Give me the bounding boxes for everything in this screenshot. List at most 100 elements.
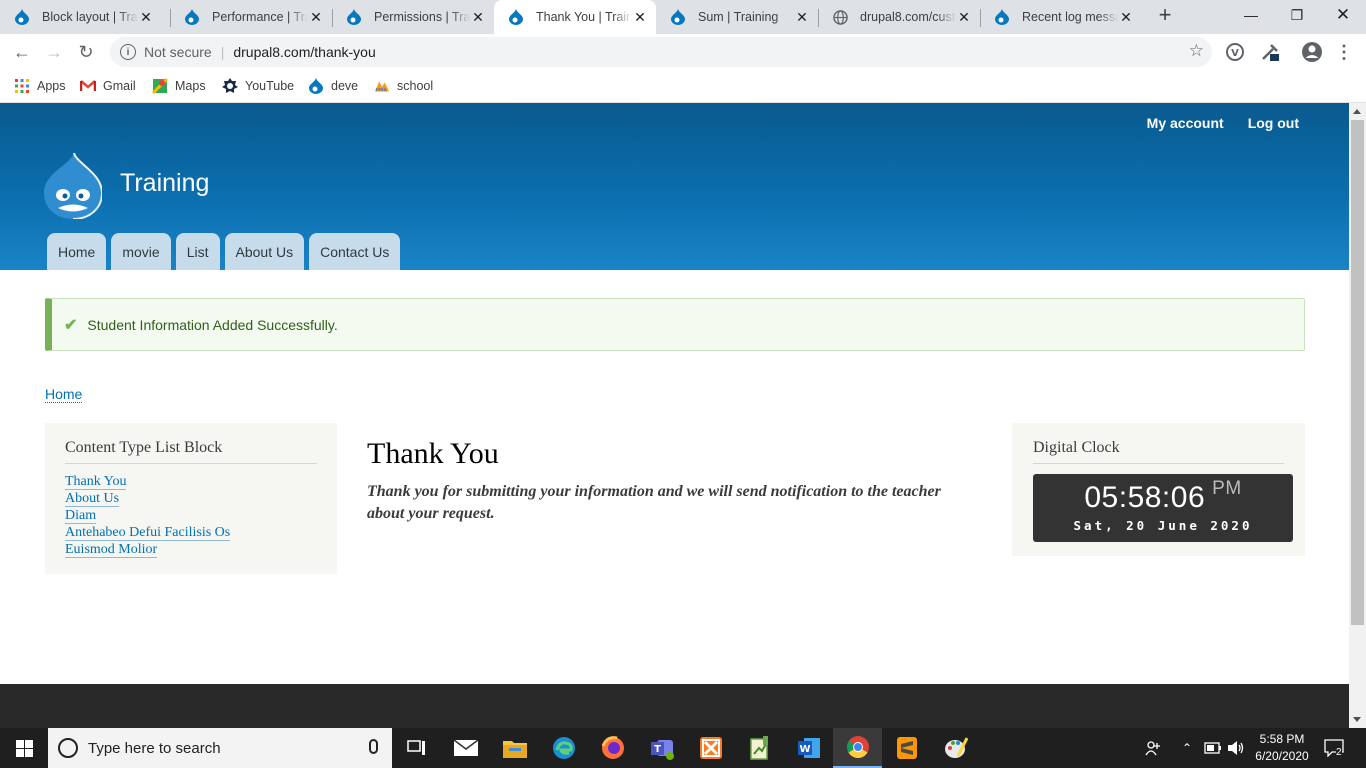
close-tab-icon[interactable]: ✕	[1118, 9, 1134, 25]
taskbar-clock[interactable]: 5:58 PM 6/20/2020	[1250, 731, 1314, 765]
url-text[interactable]: drupal8.com/thank-you	[233, 44, 375, 60]
edge-browser-icon[interactable]	[539, 728, 588, 768]
vimeo-extension-icon[interactable]: V	[1223, 40, 1247, 64]
firefox-icon[interactable]	[588, 728, 637, 768]
digital-clock: 05:58:06 PM Sat, 20 June 2020	[1033, 474, 1293, 542]
content-link-diam[interactable]: Diam	[65, 508, 97, 524]
scroll-down-icon[interactable]	[1353, 717, 1361, 722]
close-tab-icon[interactable]: ✕	[632, 9, 648, 25]
scroll-up-icon[interactable]	[1353, 109, 1361, 114]
content-link-thank-you[interactable]: Thank You	[65, 474, 127, 490]
people-icon[interactable]	[1145, 728, 1161, 768]
bookmark-deve[interactable]: deve	[308, 76, 358, 96]
chrome-icon[interactable]	[833, 728, 882, 768]
profile-avatar-icon[interactable]	[1300, 40, 1324, 64]
browser-tab[interactable]: Block layout | Training✕	[0, 0, 162, 34]
mail-icon[interactable]	[441, 728, 490, 768]
my-account-link[interactable]: My account	[1147, 115, 1224, 131]
site-header: My account Log out Training Home movie L…	[0, 103, 1349, 270]
youtube-icon	[222, 78, 238, 94]
xampp-icon[interactable]	[686, 728, 735, 768]
reload-icon[interactable]: ↻	[74, 40, 98, 64]
notification-count: 2	[1336, 747, 1342, 758]
task-view-icon[interactable]	[392, 728, 441, 768]
scrollbar-thumb[interactable]	[1351, 120, 1364, 625]
tab-title: Thank You | Training	[536, 10, 632, 24]
chevron-up-icon[interactable]: ⌃	[1182, 728, 1192, 768]
windows-start-button[interactable]	[0, 728, 48, 768]
tab-title: Performance | Training	[212, 10, 308, 24]
globe-icon	[832, 9, 848, 25]
bookmark-gmail[interactable]: Gmail	[80, 76, 136, 96]
extension-tools-icon[interactable]	[1258, 40, 1282, 64]
battery-icon[interactable]	[1204, 728, 1222, 768]
close-window-button[interactable]: ✕	[1320, 0, 1366, 30]
bookmark-label: Maps	[175, 79, 206, 93]
file-explorer-icon[interactable]	[490, 728, 539, 768]
browser-tab[interactable]: Permissions | Training✕	[332, 0, 494, 34]
microphone-icon[interactable]	[369, 739, 378, 754]
breadcrumb-home-link[interactable]: Home	[45, 386, 83, 403]
drupal-logo-icon[interactable]	[44, 153, 102, 219]
bookmark-label: deve	[331, 79, 359, 93]
log-out-link[interactable]: Log out	[1248, 115, 1299, 131]
volume-icon[interactable]	[1227, 728, 1245, 768]
browser-tab[interactable]: Thank You | Training✕	[494, 0, 656, 34]
info-icon[interactable]: i	[120, 44, 136, 60]
menu-kebab-icon[interactable]: ⋮	[1332, 40, 1356, 64]
menu-item-home[interactable]: Home	[47, 233, 107, 270]
close-tab-icon[interactable]: ✕	[138, 9, 154, 25]
clock-ampm: PM	[1212, 478, 1242, 499]
taskbar-search-box[interactable]: Type here to search	[48, 728, 392, 768]
tab-title: Sum | Training	[698, 10, 779, 24]
browser-tab[interactable]: Performance | Training✕	[170, 0, 332, 34]
notepad-plus-plus-icon[interactable]	[735, 728, 784, 768]
bookmarks-bar: Apps Gmail Maps YouTube deve PMA school	[0, 70, 1366, 103]
word-icon[interactable]: W	[784, 728, 833, 768]
bookmark-maps[interactable]: Maps	[152, 76, 206, 96]
drupal-icon	[670, 9, 686, 25]
back-icon[interactable]: ←	[10, 40, 34, 64]
browser-tab[interactable]: Sum | Training ✕	[656, 0, 818, 34]
windows-taskbar: Type here to search T W ⌃ 5:58 PM 6/20/2…	[0, 728, 1366, 768]
sublime-text-icon[interactable]	[882, 728, 931, 768]
block-title: Digital Clock	[1033, 439, 1284, 464]
close-tab-icon[interactable]: ✕	[470, 9, 486, 25]
browser-tab[interactable]: drupal8.com/custom✕	[818, 0, 980, 34]
bookmark-apps[interactable]: Apps	[14, 76, 66, 96]
bookmark-star-icon[interactable]: ☆	[1189, 41, 1204, 61]
paint-icon[interactable]	[931, 728, 980, 768]
new-tab-button[interactable]: +	[1154, 4, 1176, 27]
bookmark-youtube[interactable]: YouTube	[222, 76, 294, 96]
close-tab-icon[interactable]: ✕	[308, 9, 324, 25]
content-link-about-us[interactable]: About Us	[65, 491, 120, 507]
drupal-icon	[184, 9, 200, 25]
browser-tab[interactable]: Recent log messages✕	[980, 0, 1142, 34]
menu-item-movie[interactable]: movie	[111, 233, 171, 270]
drupal-icon	[508, 9, 524, 25]
address-bar[interactable]: i Not secure | drupal8.com/thank-you ☆	[110, 37, 1212, 67]
page-scrollbar[interactable]	[1349, 103, 1366, 728]
menu-item-contact-us[interactable]: Contact Us	[309, 233, 401, 270]
site-name[interactable]: Training	[120, 169, 209, 198]
bookmark-school[interactable]: PMA school	[374, 76, 433, 96]
notification-center-icon[interactable]: 2	[1324, 728, 1344, 768]
svg-text:V: V	[1231, 48, 1239, 59]
divider: |	[220, 44, 225, 60]
menu-item-list[interactable]: List	[175, 233, 220, 270]
tab-title: Recent log messages	[1022, 10, 1118, 24]
content-link-antehabeo[interactable]: Antehabeo Defui Facilisis Os	[65, 525, 231, 541]
bookmark-label: Apps	[37, 79, 66, 93]
svg-text:T: T	[654, 744, 661, 755]
list-item: Thank You	[65, 473, 317, 490]
content-link-euismod[interactable]: Euismod Molior	[65, 542, 158, 558]
forward-icon[interactable]: →	[42, 40, 66, 64]
close-tab-icon[interactable]: ✕	[956, 9, 972, 25]
minimize-button[interactable]: —	[1228, 0, 1274, 30]
restore-button[interactable]: ❐	[1274, 0, 1320, 30]
secondary-menu: My account Log out	[1147, 115, 1299, 131]
teams-icon[interactable]: T	[637, 728, 686, 768]
menu-item-about-us[interactable]: About Us	[224, 233, 305, 270]
clock-time-row: 05:58:06 PM	[1084, 478, 1242, 515]
close-tab-icon[interactable]: ✕	[794, 9, 810, 25]
